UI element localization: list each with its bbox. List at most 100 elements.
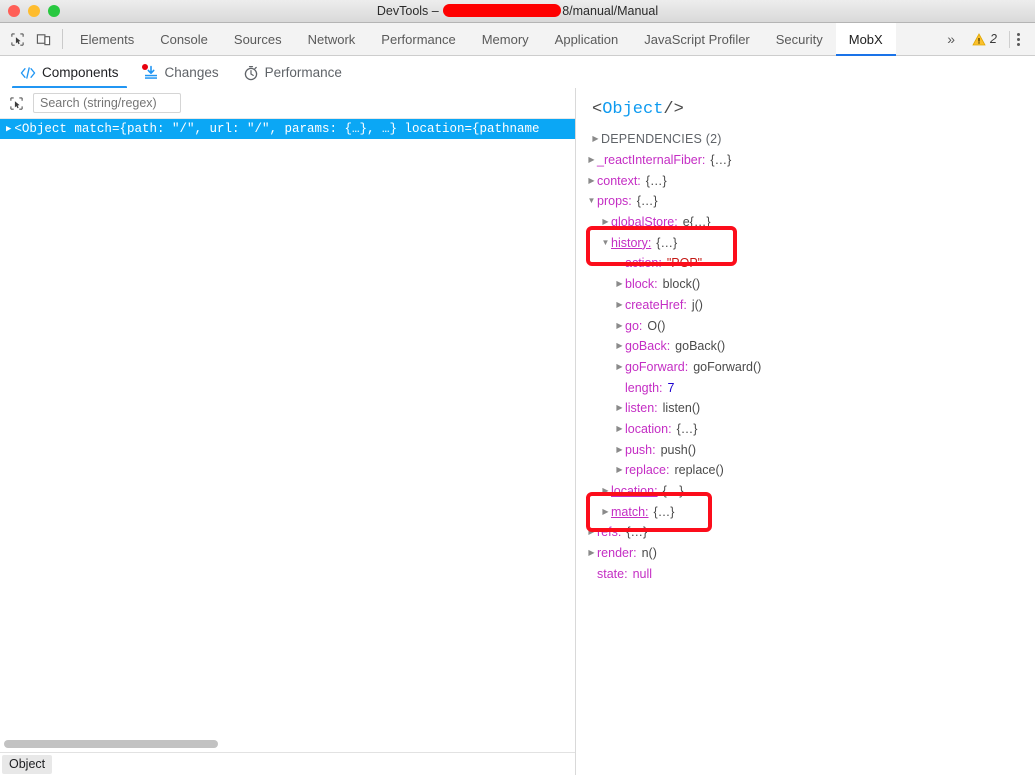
tab-application[interactable]: Application	[542, 23, 632, 55]
select-element-icon[interactable]	[8, 95, 25, 112]
property-key: goBack:	[625, 339, 671, 354]
expand-triangle-icon[interactable]: ▶	[614, 466, 625, 474]
horizontal-scrollbar[interactable]	[0, 737, 575, 750]
inspector-title-close: />	[663, 100, 684, 119]
property-row[interactable]: ▼ history: {…}	[576, 232, 1035, 253]
property-value: goBack()	[675, 339, 726, 354]
tab-security[interactable]: Security	[763, 23, 836, 55]
tab-performance-label: Performance	[381, 31, 456, 47]
stopwatch-icon	[243, 65, 259, 81]
property-value: {…}	[636, 194, 658, 209]
tab-elements[interactable]: Elements	[67, 23, 147, 55]
property-value: push()	[660, 442, 697, 457]
property-row[interactable]: ▶ listen: listen()	[576, 398, 1035, 419]
collapse-triangle-icon[interactable]: ▼	[600, 238, 611, 247]
property-row[interactable]: ▶ block: block()	[576, 274, 1035, 295]
property-row[interactable]: ▶ globalStore: e{…}	[576, 212, 1035, 233]
property-row[interactable]: ▶ location: {…}	[576, 419, 1035, 440]
expand-triangle-icon[interactable]: ▶	[614, 445, 625, 454]
inspector-title-open: <	[592, 100, 603, 119]
expand-triangle-icon[interactable]: ▶	[614, 424, 625, 433]
property-key: go:	[625, 318, 643, 333]
expand-triangle-icon[interactable]: ▶	[614, 280, 625, 288]
tab-network-label: Network	[307, 31, 356, 47]
property-row[interactable]: ▶ context: {…}	[576, 170, 1035, 191]
expand-triangle-icon[interactable]: ▶	[614, 362, 625, 371]
devtools-panel-tabs: Elements Console Sources Network Perform…	[67, 23, 939, 56]
expand-triangle-icon[interactable]: ▶	[614, 342, 625, 350]
devtools-tab-bar: Elements Console Sources Network Perform…	[0, 23, 1035, 56]
property-value: replace()	[674, 463, 724, 478]
tab-performance[interactable]: Performance	[368, 23, 468, 55]
tab-network[interactable]: Network	[295, 23, 369, 55]
property-value: {…}	[645, 173, 667, 188]
warning-indicator[interactable]: 2	[967, 32, 1002, 46]
property-row[interactable]: ▶length: 7	[576, 377, 1035, 398]
breadcrumb: Object	[0, 752, 575, 775]
component-tree-toolbar	[0, 88, 575, 119]
property-row[interactable]: ▶ push: push()	[576, 439, 1035, 460]
code-brackets-icon	[20, 65, 36, 81]
property-value: n()	[641, 546, 657, 561]
expand-triangle-icon: ▶	[586, 570, 597, 578]
expand-triangle-icon[interactable]: ▶	[586, 176, 597, 185]
tab-mobx[interactable]: MobX	[835, 23, 896, 56]
component-tree-list: ▶ <Object match={path: "/", url: "/", pa…	[0, 119, 575, 139]
property-row[interactable]: ▶ match: {…}	[576, 501, 1035, 522]
expand-triangle-icon[interactable]: ▶	[586, 156, 597, 164]
redaction-bar	[443, 4, 562, 17]
tab-console[interactable]: Console	[147, 23, 221, 55]
subtab-changes-label: Changes	[164, 65, 219, 80]
expand-triangle-icon[interactable]: ▶	[614, 404, 625, 412]
property-row[interactable]: ▶ render: n()	[576, 543, 1035, 564]
tree-row-object-selected[interactable]: ▶ <Object match={path: "/", url: "/", pa…	[0, 119, 575, 139]
devtools-menu-kebab-icon[interactable]	[1009, 30, 1029, 48]
property-row[interactable]: ▶ replace: replace()	[576, 460, 1035, 481]
expand-triangle-icon[interactable]: ▶	[586, 549, 597, 557]
property-row[interactable]: ▶ go: O()	[576, 315, 1035, 336]
property-value: e{…}	[682, 215, 711, 230]
property-row[interactable]: ▶ goBack: goBack()	[576, 336, 1035, 357]
devtools-left-icon-group	[0, 23, 58, 55]
property-row[interactable]: ▶ _reactInternalFiber: {…}	[576, 150, 1035, 171]
search-input[interactable]	[33, 93, 181, 113]
expand-triangle-icon[interactable]: ▶	[600, 487, 611, 495]
expand-triangle-icon: ▶	[614, 259, 625, 267]
tab-application-label: Application	[554, 31, 619, 47]
subtab-components[interactable]: Components	[8, 56, 131, 89]
property-row[interactable]: ▶ createHref: j()	[576, 295, 1035, 316]
section-expand-triangle-icon[interactable]: ▶	[590, 135, 601, 143]
expand-triangle-icon[interactable]: ▶	[600, 507, 611, 516]
devtools-right-controls: » 2	[939, 23, 1035, 55]
inspect-element-icon[interactable]	[8, 30, 26, 48]
expand-triangle-icon[interactable]: ▶	[600, 218, 611, 226]
property-row[interactable]: ▶ goForward: goForward()	[576, 357, 1035, 378]
more-tabs-chevron-icon[interactable]: »	[939, 31, 963, 47]
tab-sources[interactable]: Sources	[221, 23, 295, 55]
property-row[interactable]: ▶ location: {…}	[576, 481, 1035, 502]
property-value: {…}	[662, 484, 684, 499]
collapse-triangle-icon[interactable]: ▼	[586, 197, 597, 205]
property-value: {…}	[676, 421, 698, 436]
horizontal-scrollbar-thumb[interactable]	[4, 739, 218, 748]
property-key: listen:	[625, 401, 658, 416]
tab-javascript-profiler[interactable]: JavaScript Profiler	[631, 23, 762, 55]
expand-triangle-icon[interactable]: ▶	[586, 528, 597, 536]
property-row[interactable]: ▶action: "POP"	[576, 253, 1035, 274]
property-key: props:	[597, 194, 632, 209]
subtab-changes[interactable]: Changes	[131, 56, 231, 89]
expand-triangle-icon[interactable]: ▶	[614, 300, 625, 309]
breadcrumb-item-object[interactable]: Object	[2, 754, 53, 774]
property-row[interactable]: ▶state: null	[576, 563, 1035, 584]
inspector-section-dependencies[interactable]: ▶ DEPENDENCIES (2)	[576, 129, 1035, 150]
property-row[interactable]: ▶ refs: {…}	[576, 522, 1035, 543]
device-toolbar-icon[interactable]	[34, 30, 52, 48]
tab-memory[interactable]: Memory	[469, 23, 542, 55]
expand-triangle-icon[interactable]: ▶	[6, 124, 11, 134]
warning-triangle-icon	[972, 32, 986, 45]
tab-sources-label: Sources	[233, 31, 282, 47]
property-row[interactable]: ▼ props: {…}	[576, 191, 1035, 212]
expand-triangle-icon[interactable]: ▶	[614, 321, 625, 330]
subtab-performance[interactable]: Performance	[231, 56, 354, 89]
property-key: _reactInternalFiber:	[597, 153, 706, 168]
